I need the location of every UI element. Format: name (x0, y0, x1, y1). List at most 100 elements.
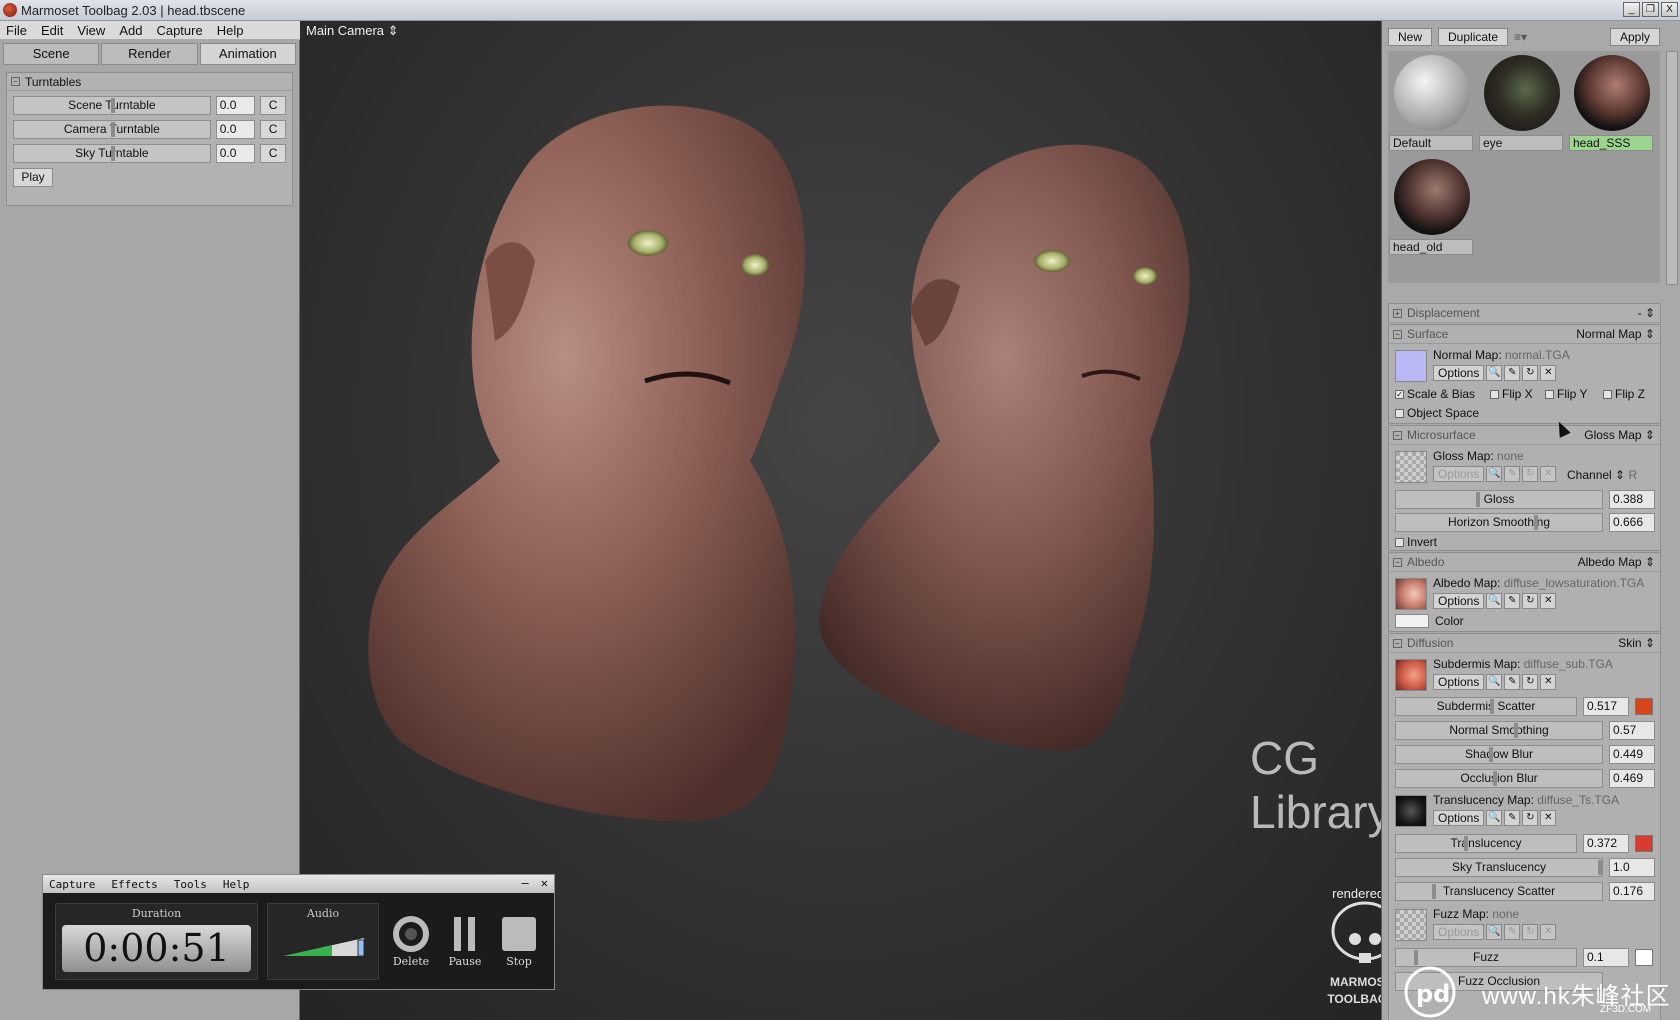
camera-turntable-slider[interactable]: Camera Turntable (13, 120, 211, 139)
material-eye[interactable]: eye (1478, 51, 1564, 153)
search-icon[interactable]: 🔍 (1486, 466, 1503, 482)
microsurface-mode-select[interactable]: Gloss Map ⇕ (1584, 428, 1655, 442)
reload-icon[interactable]: ↻ (1522, 593, 1539, 609)
clear-icon[interactable]: ✕ (1540, 924, 1557, 940)
stop-button[interactable]: Stop (497, 913, 541, 968)
material-menu-icon[interactable]: ≡▾ (1514, 30, 1527, 44)
clear-icon[interactable]: ✕ (1540, 466, 1557, 482)
material-default[interactable]: Default (1388, 51, 1474, 153)
recorder-menu-effects[interactable]: Effects (111, 878, 157, 891)
sky-translucency-slider[interactable]: Sky Translucency (1395, 858, 1603, 877)
reload-icon[interactable]: ↻ (1522, 810, 1539, 826)
horizon-smoothing-value[interactable]: 0.666 (1609, 513, 1655, 532)
subdermis-map-thumbnail[interactable] (1395, 659, 1427, 691)
camera-turntable-value[interactable]: 0.0 (215, 120, 256, 139)
translucency-map-thumbnail[interactable] (1395, 795, 1427, 827)
surface-mode-select[interactable]: Normal Map ⇕ (1576, 327, 1655, 341)
normal-map-thumbnail[interactable] (1395, 350, 1427, 382)
pencil-icon[interactable]: ✎ (1504, 466, 1521, 482)
translucency-map-options-button[interactable]: Options (1433, 810, 1485, 826)
tab-render[interactable]: Render (101, 43, 198, 65)
tab-scene[interactable]: Scene (3, 43, 100, 65)
recorder-close-icon[interactable]: ✕ (541, 876, 548, 890)
translucency-scatter-value[interactable]: 0.176 (1609, 882, 1655, 901)
sky-translucency-value[interactable]: 1.0 (1609, 858, 1655, 877)
scene-turntable-value[interactable]: 0.0 (215, 96, 256, 115)
clear-icon[interactable]: ✕ (1540, 593, 1557, 609)
reload-icon[interactable]: ↻ (1522, 924, 1539, 940)
shadow-blur-value[interactable]: 0.449 (1609, 745, 1655, 764)
delete-button[interactable]: Delete (389, 913, 433, 968)
pencil-icon[interactable]: ✎ (1504, 924, 1521, 940)
object-space-checkbox[interactable]: Object Space (1395, 406, 1479, 420)
scene-turntable-c-button[interactable]: C (260, 96, 286, 115)
flip-x-checkbox[interactable]: Flip X (1490, 387, 1533, 401)
occlusion-blur-value[interactable]: 0.469 (1609, 769, 1655, 788)
search-icon[interactable]: 🔍 (1486, 924, 1503, 940)
normal-smoothing-slider[interactable]: Normal Smoothing (1395, 721, 1603, 740)
reload-icon[interactable]: ↻ (1522, 365, 1539, 381)
search-icon[interactable]: 🔍 (1486, 674, 1503, 690)
flip-y-checkbox[interactable]: Flip Y (1545, 387, 1587, 401)
displacement-header[interactable]: + Displacement - ⇕ (1389, 304, 1660, 323)
menu-edit[interactable]: Edit (41, 23, 63, 38)
channel-select[interactable]: Channel ⇕ R (1567, 468, 1637, 482)
materials-scrollbar[interactable] (1666, 51, 1678, 285)
search-icon[interactable]: 🔍 (1486, 593, 1503, 609)
collapse-icon[interactable]: − (1393, 329, 1402, 339)
maximize-button[interactable]: ❐ (1642, 2, 1659, 17)
translucency-color[interactable] (1635, 835, 1653, 852)
albedo-header[interactable]: − Albedo Albedo Map ⇕ (1389, 553, 1660, 572)
apply-material-button[interactable]: Apply (1609, 28, 1660, 46)
turntables-header[interactable]: − Turntables (7, 73, 292, 91)
menu-help[interactable]: Help (217, 23, 244, 38)
collapse-icon[interactable]: − (11, 77, 20, 86)
recorder-menu-help[interactable]: Help (223, 878, 250, 891)
sky-turntable-c-button[interactable]: C (260, 144, 286, 163)
normal-smoothing-value[interactable]: 0.57 (1609, 721, 1655, 740)
gloss-map-options-button[interactable]: Options (1433, 466, 1485, 482)
pause-button[interactable]: Pause (443, 913, 487, 968)
minimize-button[interactable]: _ (1623, 2, 1640, 17)
menu-capture[interactable]: Capture (156, 23, 202, 38)
normal-map-options-button[interactable]: Options (1433, 365, 1485, 381)
shadow-blur-slider[interactable]: Shadow Blur (1395, 745, 1603, 764)
pencil-icon[interactable]: ✎ (1504, 593, 1521, 609)
pencil-icon[interactable]: ✎ (1504, 810, 1521, 826)
clear-icon[interactable]: ✕ (1540, 674, 1557, 690)
menu-file[interactable]: File (6, 23, 27, 38)
play-button[interactable]: Play (13, 168, 53, 187)
reload-icon[interactable]: ↻ (1522, 466, 1539, 482)
scale-bias-checkbox[interactable]: ✓ Scale & Bias (1395, 387, 1475, 401)
albedo-map-thumbnail[interactable] (1395, 578, 1427, 610)
reload-icon[interactable]: ↻ (1522, 674, 1539, 690)
recorder-menu-tools[interactable]: Tools (174, 878, 207, 891)
collapse-icon[interactable]: − (1393, 638, 1402, 648)
material-head-sss[interactable]: head_SSS (1568, 51, 1654, 153)
audio-level-slider[interactable] (284, 936, 365, 958)
subdermis-scatter-color[interactable] (1635, 698, 1653, 715)
fuzz-map-options-button[interactable]: Options (1433, 924, 1485, 940)
material-head-old[interactable]: head_old (1388, 155, 1474, 257)
collapse-icon[interactable]: + (1393, 308, 1402, 318)
search-icon[interactable]: 🔍 (1486, 810, 1503, 826)
duplicate-material-button[interactable]: Duplicate (1438, 28, 1509, 46)
subdermis-map-options-button[interactable]: Options (1433, 674, 1485, 690)
occlusion-blur-slider[interactable]: Occlusion Blur (1395, 769, 1603, 788)
collapse-icon[interactable]: − (1393, 557, 1402, 567)
sky-turntable-value[interactable]: 0.0 (215, 144, 256, 163)
recorder-minimize-icon[interactable]: – (522, 876, 529, 890)
surface-header[interactable]: − Surface Normal Map ⇕ (1389, 325, 1660, 344)
clear-icon[interactable]: ✕ (1540, 810, 1557, 826)
horizon-smoothing-slider[interactable]: Horizon Smoothing (1395, 513, 1603, 532)
invert-checkbox[interactable]: Invert (1395, 535, 1437, 549)
scene-turntable-slider[interactable]: Scene Turntable (13, 96, 211, 115)
flip-z-checkbox[interactable]: Flip Z (1603, 387, 1645, 401)
diffusion-header[interactable]: − Diffusion Skin ⇕ (1389, 634, 1660, 653)
gloss-slider[interactable]: Gloss (1395, 490, 1603, 509)
recorder-menu-capture[interactable]: Capture (49, 878, 95, 891)
tab-animation[interactable]: Animation (199, 43, 296, 65)
diffusion-mode-select[interactable]: Skin ⇕ (1618, 636, 1655, 650)
albedo-map-options-button[interactable]: Options (1433, 593, 1485, 609)
new-material-button[interactable]: New (1388, 28, 1433, 46)
